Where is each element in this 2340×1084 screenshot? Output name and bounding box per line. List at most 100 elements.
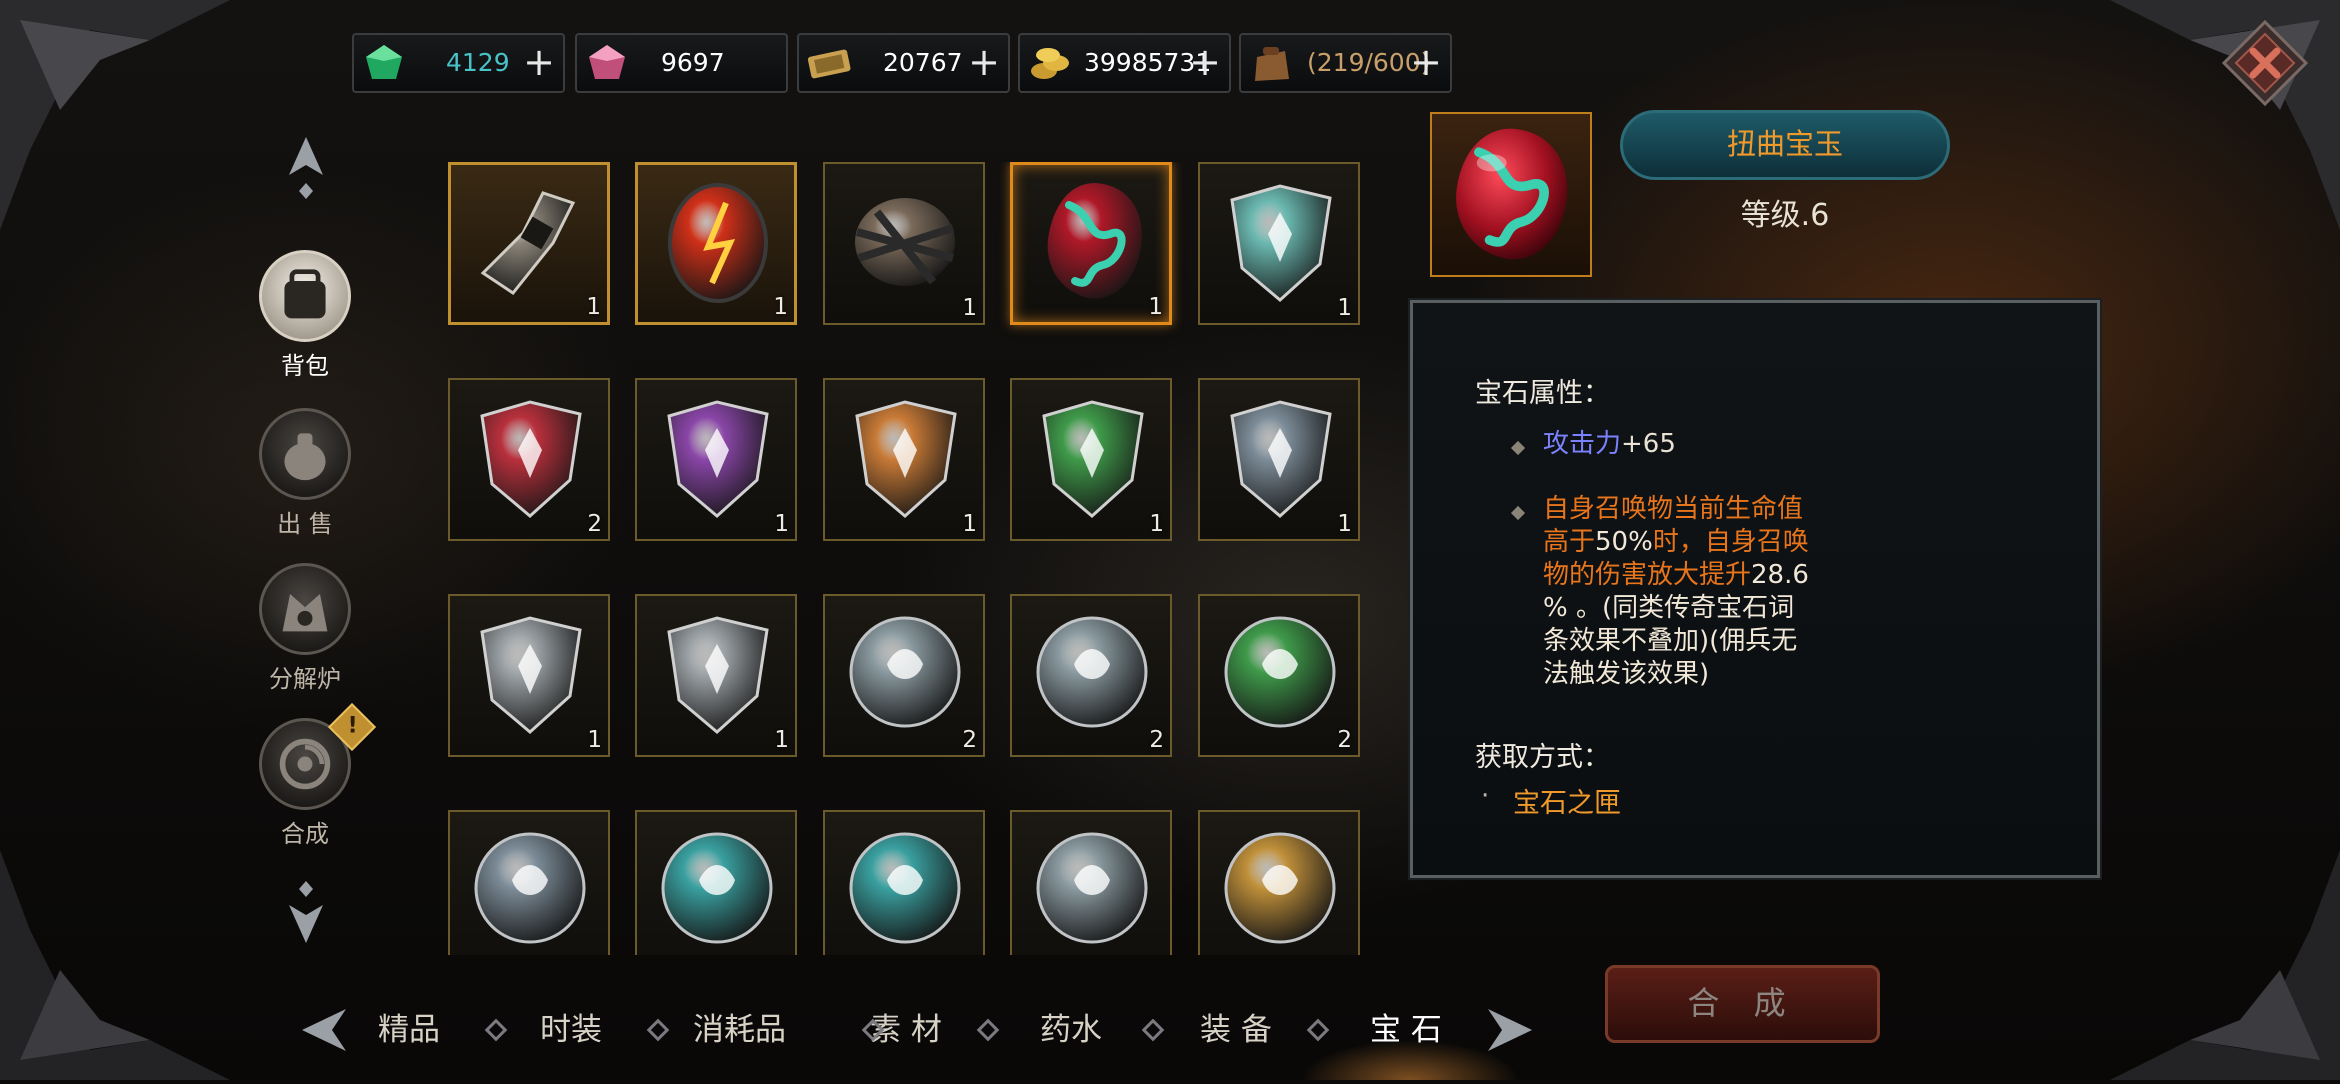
inventory-slot[interactable]: 1 bbox=[1010, 162, 1172, 325]
tab-scroll-left-arrow[interactable] bbox=[298, 1005, 354, 1055]
item-count: 2 bbox=[1149, 727, 1164, 753]
close-button[interactable] bbox=[2220, 18, 2310, 108]
source-bullet: · bbox=[1481, 781, 1490, 811]
effect-segment: % 。(同类传奇宝石词 bbox=[1543, 593, 1795, 623]
inventory-slot[interactable]: 1 bbox=[823, 162, 985, 325]
item-count: 1 bbox=[1337, 511, 1352, 537]
side-menu-icon-circle bbox=[259, 408, 351, 500]
effect-segment: 时，自身召唤 bbox=[1652, 527, 1809, 557]
side-menu-icon-circle bbox=[259, 250, 351, 342]
bullet bbox=[1510, 505, 1526, 521]
effect-segment: 50% bbox=[1595, 527, 1653, 557]
item-count: 2 bbox=[587, 511, 602, 537]
corner-ornament-top-left bbox=[0, 0, 230, 230]
inventory-slot[interactable]: 2 bbox=[448, 378, 610, 541]
effect-segment: 高于 bbox=[1543, 527, 1596, 557]
inventory-slot[interactable] bbox=[635, 810, 797, 955]
currency-bag-capacity: (219/600) + bbox=[1239, 33, 1452, 93]
arrow-right-icon bbox=[1488, 1009, 1532, 1051]
inventory-slot[interactable]: 1 bbox=[448, 594, 610, 757]
side-menu-item-money-bag[interactable]: 出 售 bbox=[255, 408, 355, 539]
currency-value: 20767 bbox=[883, 48, 963, 77]
money-bag-icon bbox=[284, 433, 326, 481]
effect-line: 条效果不叠加)(佣兵无 bbox=[1543, 625, 1809, 658]
corner-ornament-bottom-left bbox=[0, 850, 230, 1080]
green-gem-icon bbox=[362, 41, 406, 85]
inventory-slot[interactable]: 1 bbox=[448, 162, 610, 325]
inventory-slot[interactable] bbox=[1198, 810, 1360, 955]
inventory-slot[interactable] bbox=[448, 810, 610, 955]
item-name-plate: 扭曲宝玉 bbox=[1620, 110, 1950, 180]
item-count: 1 bbox=[1337, 295, 1352, 321]
effect-line: 自身召唤物当前生命值 bbox=[1543, 493, 1809, 526]
tab-4[interactable]: 药水 bbox=[1040, 1000, 1102, 1060]
inventory-slot[interactable] bbox=[1010, 810, 1172, 955]
item-info-panel: 宝石属性： 攻击力+65 自身召唤物当前生命值 高于50%时，自身召唤 物的伤害放大… bbox=[1410, 300, 2100, 878]
tab-5[interactable]: 装 备 bbox=[1200, 1000, 1272, 1060]
alert-mark: ! bbox=[347, 713, 358, 739]
ticket-icon bbox=[807, 41, 851, 85]
inventory-slot[interactable]: 2 bbox=[1198, 594, 1360, 757]
side-menu-label: 出 售 bbox=[277, 510, 333, 538]
inventory-slot[interactable]: 1 bbox=[1010, 378, 1172, 541]
item-count: 1 bbox=[962, 511, 977, 537]
tab-scroll-right-arrow[interactable] bbox=[1480, 1005, 1536, 1055]
item-count: 1 bbox=[774, 511, 789, 537]
effect-line: 法触发该效果) bbox=[1543, 658, 1809, 691]
inventory-slot[interactable]: 1 bbox=[823, 378, 985, 541]
effect-segment: 28.6 bbox=[1751, 560, 1809, 590]
side-menu-item-furnace[interactable]: 分解炉 bbox=[255, 563, 355, 694]
source-title: 获取方式： bbox=[1475, 742, 1610, 773]
side-menu-item-backpack[interactable]: 背包 bbox=[255, 250, 355, 381]
close-icon bbox=[2221, 19, 2309, 107]
side-menu-label: 分解炉 bbox=[269, 665, 341, 693]
item-count: 1 bbox=[774, 727, 789, 753]
tab-2[interactable]: 消耗品 bbox=[693, 1000, 786, 1060]
side-scroll-down-arrow[interactable] bbox=[283, 875, 329, 945]
currency-value: 4129 bbox=[446, 48, 510, 77]
effect-line: 物的伤害放大提升28.6 bbox=[1543, 559, 1809, 592]
item-level: 等级.6 bbox=[1740, 198, 1830, 233]
arrow-left-icon bbox=[302, 1009, 346, 1051]
inventory-slot[interactable]: 1 bbox=[635, 594, 797, 757]
corner-ornament-bottom-right bbox=[2110, 850, 2340, 1080]
effect-segment: 物的伤害放大提升 bbox=[1543, 560, 1752, 590]
currency-gold-coins: 39985731 + bbox=[1018, 33, 1231, 93]
tab-0[interactable]: 精品 bbox=[378, 1000, 440, 1060]
currency-green-gem: 4129 + bbox=[352, 33, 565, 93]
arrow-up-icon bbox=[289, 137, 323, 199]
currency-pink-gem: 9697 bbox=[575, 33, 788, 93]
item-count: 2 bbox=[962, 727, 977, 753]
side-menu-icon-circle bbox=[259, 563, 351, 655]
side-menu-item-synthesis[interactable]: ! 合成 bbox=[255, 702, 377, 849]
add-currency-button[interactable]: + bbox=[1410, 35, 1442, 91]
item-count: 1 bbox=[773, 294, 788, 320]
gold-coins-icon bbox=[1028, 41, 1072, 85]
arrow-down-icon bbox=[289, 881, 323, 943]
add-currency-button[interactable]: + bbox=[1189, 35, 1221, 91]
inventory-slot[interactable] bbox=[823, 810, 985, 955]
backpack-icon bbox=[284, 269, 326, 319]
side-scroll-up-arrow[interactable] bbox=[283, 135, 329, 205]
inventory-slot[interactable]: 2 bbox=[823, 594, 985, 757]
add-currency-button[interactable]: + bbox=[523, 35, 555, 91]
add-currency-button[interactable]: + bbox=[968, 35, 1000, 91]
inventory-slot[interactable]: 1 bbox=[635, 162, 797, 325]
side-menu-label: 合成 bbox=[281, 820, 329, 848]
item-count: 1 bbox=[587, 727, 602, 753]
item-count: 1 bbox=[1148, 294, 1163, 320]
bag-capacity-icon bbox=[1249, 41, 1293, 85]
craft-button[interactable]: 合 成 bbox=[1605, 965, 1880, 1043]
inventory-slot[interactable]: 1 bbox=[1198, 162, 1360, 325]
furnace-icon bbox=[282, 594, 328, 632]
effect-line: % 。(同类传奇宝石词 bbox=[1543, 592, 1809, 625]
tab-1[interactable]: 时装 bbox=[540, 1000, 602, 1060]
item-count: 1 bbox=[962, 295, 977, 321]
inventory-slot[interactable]: 1 bbox=[635, 378, 797, 541]
currency-value: 9697 bbox=[661, 48, 725, 77]
selected-item-icon bbox=[1430, 112, 1592, 277]
inventory-slot[interactable]: 2 bbox=[1010, 594, 1172, 757]
source-link[interactable]: 宝石之匣 bbox=[1513, 781, 1621, 820]
inventory-slot[interactable]: 1 bbox=[1198, 378, 1360, 541]
currency-ticket: 20767 + bbox=[797, 33, 1010, 93]
